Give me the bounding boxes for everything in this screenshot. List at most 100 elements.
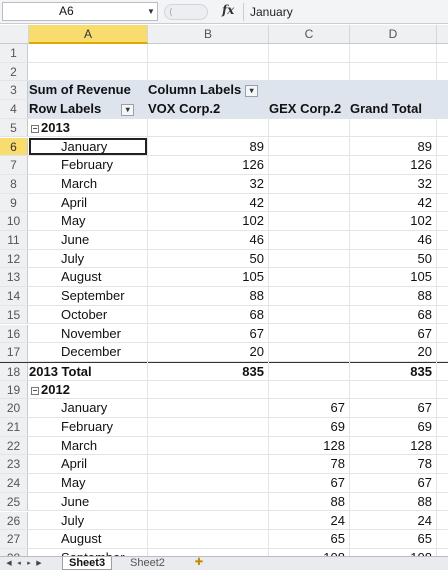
month-cell[interactable]: April — [29, 194, 147, 212]
gex-value-cell[interactable] — [269, 231, 349, 249]
pivot-value-header[interactable]: Sum of Revenue — [29, 81, 147, 99]
formula-input[interactable]: January — [250, 4, 293, 20]
row-header[interactable]: 6 — [0, 137, 28, 156]
month-cell[interactable]: November — [29, 325, 147, 343]
month-cell[interactable]: December — [29, 343, 147, 361]
row-header[interactable]: 15 — [0, 305, 28, 324]
row-header[interactable]: 25 — [0, 492, 28, 511]
gex-value-cell[interactable] — [269, 212, 349, 230]
month-cell[interactable]: July — [29, 250, 147, 268]
grand-total-cell[interactable]: 50 — [350, 250, 436, 268]
next-sheet-icon[interactable]: ▸ — [24, 557, 34, 570]
gex-value-cell[interactable]: 69 — [269, 418, 349, 436]
grand-total-cell[interactable]: 105 — [350, 268, 436, 286]
pivot-row-labels[interactable]: Row Labels ▾ — [29, 100, 147, 118]
gex-value-cell[interactable] — [269, 343, 349, 361]
collapse-icon[interactable]: − — [31, 386, 39, 395]
row-header[interactable]: 19 — [0, 380, 28, 399]
gex-value-cell[interactable]: 128 — [269, 437, 349, 455]
gex-value-cell[interactable]: 78 — [269, 455, 349, 473]
month-cell[interactable]: February — [29, 156, 147, 174]
pivot-column-labels[interactable]: Column Labels ▾ — [148, 81, 268, 99]
row-header[interactable]: 7 — [0, 156, 28, 174]
grand-total-cell[interactable]: 78 — [350, 455, 436, 473]
month-cell[interactable]: August — [29, 268, 147, 286]
grand-total-cell[interactable]: 68 — [350, 306, 436, 324]
row-header[interactable]: 4 — [0, 100, 28, 118]
insert-function-icon[interactable]: fx — [222, 3, 234, 17]
month-cell[interactable]: September — [29, 287, 147, 305]
row-header[interactable]: 8 — [0, 174, 28, 193]
year-group[interactable]: −2013 — [29, 119, 147, 137]
gex-value-cell[interactable]: 24 — [269, 512, 349, 530]
vox-value-cell[interactable]: 89 — [148, 138, 268, 156]
filter-dropdown-icon[interactable]: ▾ — [245, 85, 259, 98]
prev-sheet-icon[interactable]: ◂ — [14, 557, 24, 570]
row-header[interactable]: 27 — [0, 530, 28, 548]
insert-sheet-icon[interactable]: ✚ — [190, 557, 208, 570]
gex-value-cell[interactable] — [269, 306, 349, 324]
total-gex-cell[interactable] — [269, 363, 349, 380]
vox-value-cell[interactable]: 46 — [148, 231, 268, 249]
row-header[interactable]: 16 — [0, 324, 28, 343]
last-sheet-icon[interactable]: ▶ — [34, 557, 44, 570]
row-header[interactable]: 1 — [0, 44, 28, 62]
gex-value-cell[interactable]: 67 — [269, 474, 349, 492]
gex-value-cell[interactable] — [269, 194, 349, 212]
month-cell[interactable]: September — [29, 549, 147, 556]
gex-value-cell[interactable] — [269, 268, 349, 286]
grand-total-cell[interactable]: 32 — [350, 175, 436, 193]
year-group[interactable]: −2012 — [29, 381, 147, 399]
vox-value-cell[interactable] — [148, 549, 268, 556]
month-cell[interactable]: October — [29, 306, 147, 324]
total-vox-cell[interactable]: 835 — [148, 363, 268, 380]
vox-value-cell[interactable]: 42 — [148, 194, 268, 212]
grand-total-cell[interactable]: 42 — [350, 194, 436, 212]
row-header[interactable]: 28 — [0, 548, 28, 556]
vox-value-cell[interactable]: 20 — [148, 343, 268, 361]
grand-total-cell[interactable]: 65 — [350, 530, 436, 548]
collapse-icon[interactable]: − — [31, 124, 39, 133]
column-header-c[interactable]: C — [269, 25, 350, 44]
row-header[interactable]: 21 — [0, 418, 28, 436]
column-header-a[interactable]: A — [29, 25, 148, 44]
row-header[interactable]: 18 — [0, 362, 28, 380]
row-header[interactable]: 24 — [0, 474, 28, 492]
grand-total-cell[interactable]: 102 — [350, 212, 436, 230]
vox-value-cell[interactable]: 67 — [148, 325, 268, 343]
grand-total-cell[interactable]: 46 — [350, 231, 436, 249]
month-cell[interactable]: February — [29, 418, 147, 436]
gex-value-cell[interactable]: 67 — [269, 399, 349, 417]
month-cell[interactable]: April — [29, 455, 147, 473]
vox-value-cell[interactable]: 50 — [148, 250, 268, 268]
name-box[interactable]: A6 — [2, 2, 158, 21]
row-header[interactable]: 26 — [0, 511, 28, 530]
row-header[interactable]: 14 — [0, 287, 28, 305]
gex-value-cell[interactable] — [269, 287, 349, 305]
row-header[interactable]: 20 — [0, 399, 28, 417]
grand-total-cell[interactable]: 88 — [350, 493, 436, 511]
grand-total-cell[interactable]: 89 — [350, 138, 436, 156]
vox-value-cell[interactable]: 126 — [148, 156, 268, 174]
vox-value-cell[interactable]: 32 — [148, 175, 268, 193]
row-header[interactable]: 12 — [0, 249, 28, 268]
row-header[interactable]: 5 — [0, 118, 28, 137]
grand-total-cell[interactable]: 24 — [350, 512, 436, 530]
vox-value-cell[interactable] — [148, 455, 268, 473]
series-header-grand-total[interactable]: Grand Total — [350, 100, 436, 118]
vox-value-cell[interactable]: 68 — [148, 306, 268, 324]
vox-value-cell[interactable]: 105 — [148, 268, 268, 286]
sheet-tab-sheet2[interactable]: Sheet2 — [124, 557, 171, 570]
column-header-b[interactable]: B — [148, 25, 269, 44]
grand-total-cell[interactable]: 88 — [350, 287, 436, 305]
month-cell[interactable]: January — [29, 137, 147, 156]
row-header[interactable]: 22 — [0, 436, 28, 455]
month-cell[interactable]: March — [29, 175, 147, 193]
vox-value-cell[interactable]: 102 — [148, 212, 268, 230]
column-header-d[interactable]: D — [350, 25, 437, 44]
row-header[interactable]: 17 — [0, 343, 28, 361]
gex-value-cell[interactable] — [269, 325, 349, 343]
vox-value-cell[interactable] — [148, 418, 268, 436]
grand-total-cell[interactable]: 128 — [350, 437, 436, 455]
gex-value-cell[interactable] — [269, 156, 349, 174]
